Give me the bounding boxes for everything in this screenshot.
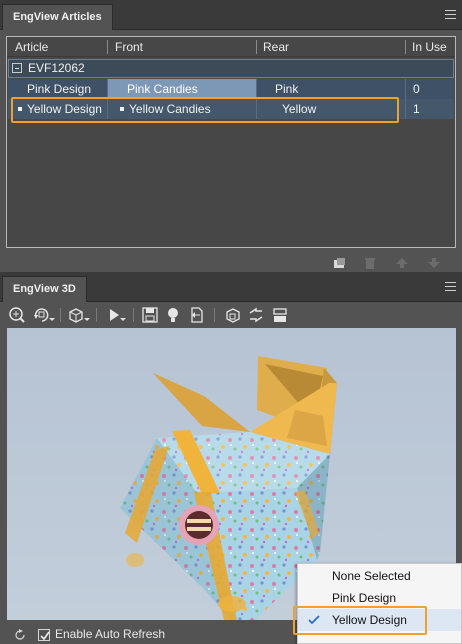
panel-menu-icon[interactable] — [445, 282, 456, 291]
viewer-tabbar: EngView 3D — [0, 272, 462, 302]
auto-refresh-checkbox[interactable] — [38, 629, 50, 641]
cube-view-icon[interactable] — [67, 306, 85, 324]
cell-in-use[interactable]: 0 — [406, 79, 454, 99]
cell-front[interactable]: Yellow Candies — [108, 99, 256, 119]
panel-menu-icon[interactable] — [445, 10, 456, 19]
column-header-in-use[interactable]: In Use — [406, 37, 454, 57]
rotate-icon[interactable] — [33, 306, 51, 324]
cell-rear[interactable]: Yellow — [257, 99, 405, 119]
collapse-toggle-icon[interactable] — [12, 63, 22, 73]
chevron-down-icon[interactable] — [120, 318, 126, 321]
articles-panel-tab[interactable]: EngView Articles — [2, 4, 113, 30]
menu-item-pink-design[interactable]: Pink Design — [298, 587, 461, 609]
group-row[interactable]: EVF12062 — [8, 59, 454, 78]
menu-item-yellow-design[interactable]: Yellow Design — [298, 609, 461, 631]
viewer-toolbar — [0, 302, 462, 328]
column-header-article[interactable]: Article — [9, 37, 107, 57]
cell-article-text: Yellow Design — [27, 102, 102, 116]
articles-grid: Article Front Rear In Use EVF12062 Pink … — [6, 36, 456, 248]
column-header-front[interactable]: Front — [109, 37, 255, 57]
unfold-box-icon[interactable] — [271, 306, 289, 324]
articles-tabbar: EngView Articles — [0, 0, 462, 30]
cell-front[interactable]: Pink Candies — [108, 79, 256, 99]
delete-icon[interactable] — [363, 257, 377, 269]
viewer-panel-tab[interactable]: EngView 3D — [2, 276, 87, 302]
refresh-icon[interactable] — [14, 629, 26, 641]
play-icon[interactable] — [105, 306, 123, 324]
bullet-icon — [120, 106, 124, 111]
cell-article[interactable]: Yellow Design — [8, 99, 107, 119]
export-document-icon[interactable] — [188, 306, 206, 324]
checkmark-icon — [308, 615, 320, 625]
column-header-rear[interactable]: Rear — [257, 37, 403, 57]
menu-item-none-selected[interactable]: None Selected — [298, 565, 461, 587]
cell-front-text: Yellow Candies — [129, 102, 211, 116]
cell-rear[interactable]: Pink — [257, 79, 405, 99]
chevron-down-icon[interactable] — [49, 318, 55, 321]
checkmark-icon — [40, 631, 50, 641]
swap-icon[interactable] — [247, 306, 265, 324]
cell-in-use[interactable]: 1 — [406, 99, 454, 119]
bullet-icon — [18, 106, 22, 111]
fold-box-icon[interactable] — [224, 306, 242, 324]
grid-header: Article Front Rear In Use — [7, 37, 455, 57]
table-row[interactable]: Pink Design Pink Candies Pink 0 — [8, 79, 454, 99]
lightbulb-icon[interactable] — [164, 306, 182, 324]
cell-article[interactable]: Pink Design — [8, 79, 107, 99]
move-down-icon[interactable] — [427, 257, 441, 269]
design-select-popup: None Selected Pink Design Yellow Design — [297, 563, 462, 644]
zoom-icon[interactable] — [8, 306, 26, 324]
group-label: EVF12062 — [28, 61, 85, 75]
auto-refresh-label[interactable]: Enable Auto Refresh — [55, 627, 165, 641]
menu-item-label: Yellow Design — [332, 613, 407, 627]
move-up-icon[interactable] — [395, 257, 409, 269]
save-image-icon[interactable] — [141, 306, 159, 324]
chevron-down-icon[interactable] — [84, 318, 90, 321]
articles-panel: EngView Articles Article Front Rear In U… — [0, 0, 462, 272]
new-item-icon[interactable] — [333, 257, 347, 269]
table-row[interactable]: Yellow Design Yellow Candies Yellow 1 — [8, 99, 454, 119]
